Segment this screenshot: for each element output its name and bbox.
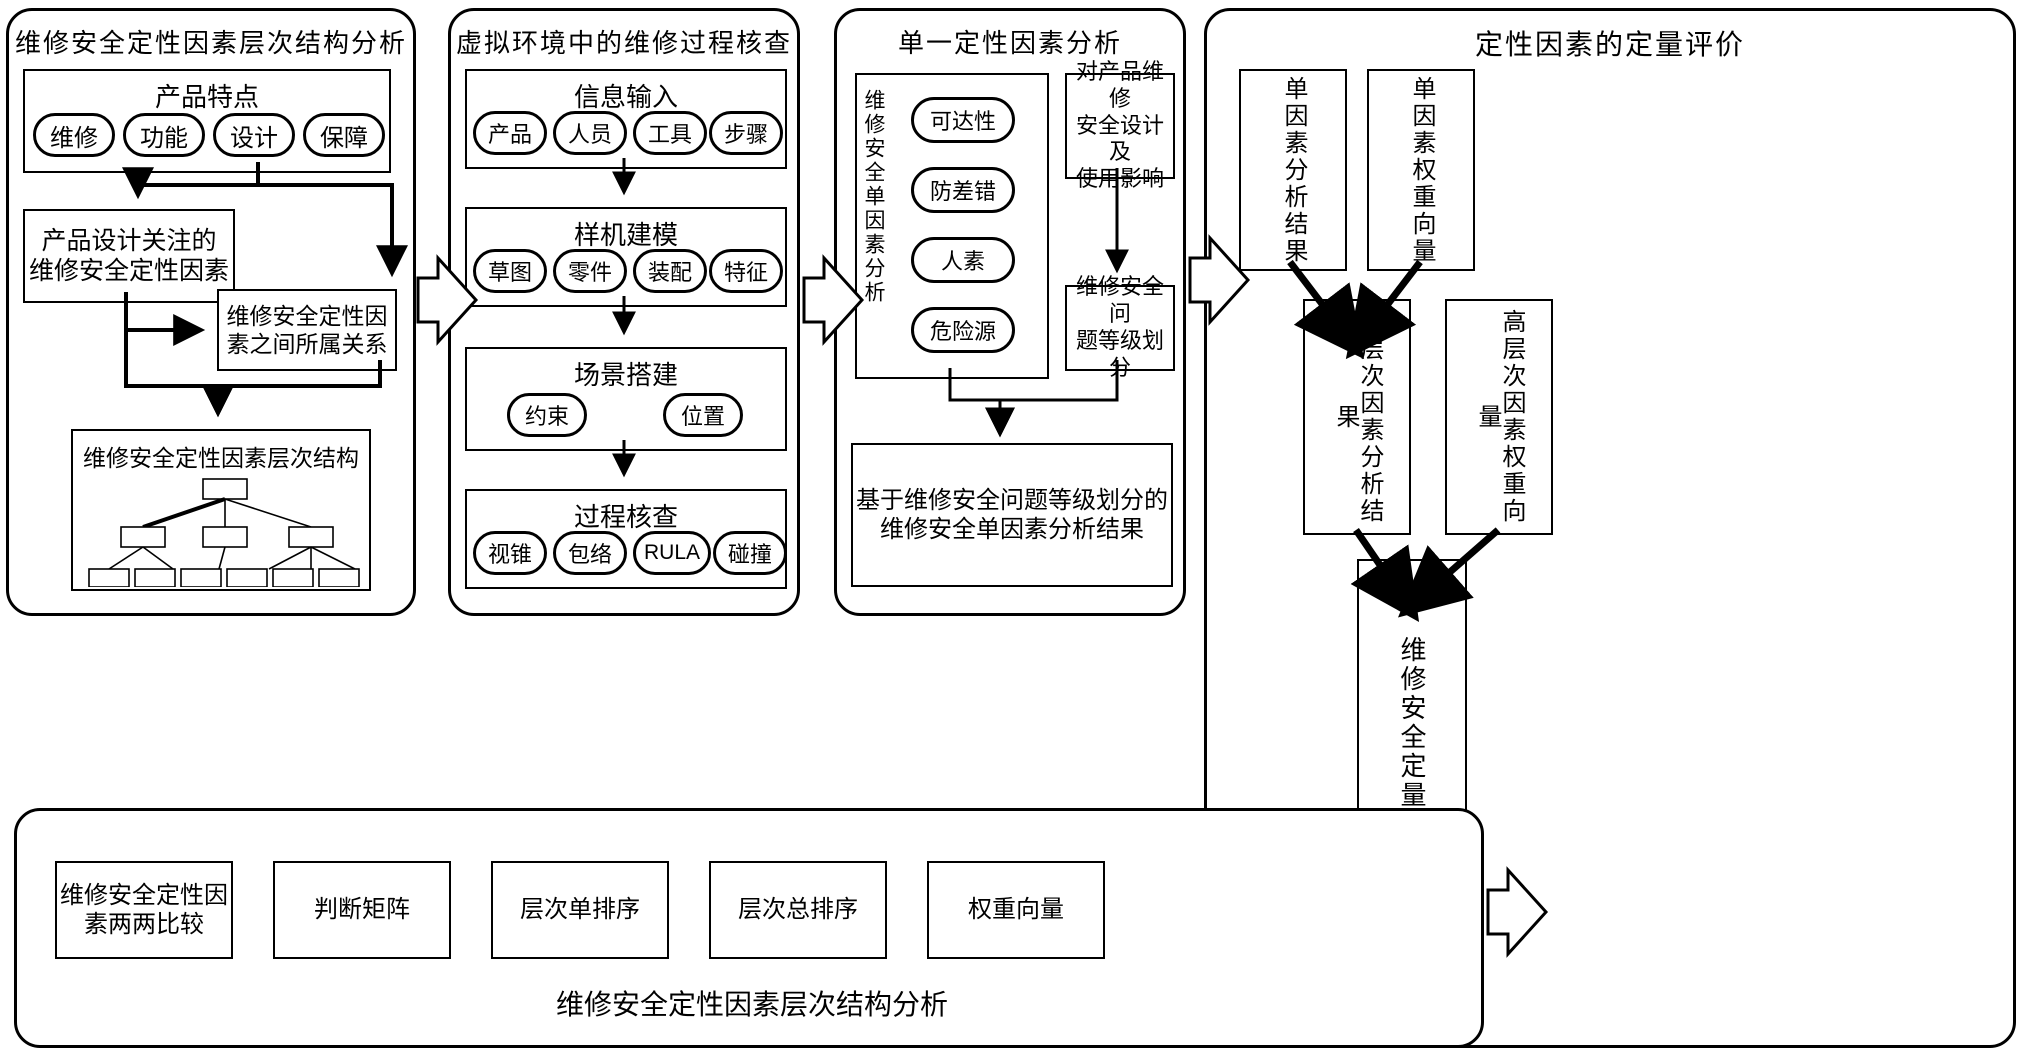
pill-prototype-0[interactable]: 草图 [473, 249, 547, 293]
block-arrow-panel3-to-panel4 [1190, 238, 1250, 322]
pill-scene-0[interactable]: 约束 [507, 393, 587, 437]
panel-title-single-factor: 单一定性因素分析 [897, 28, 1122, 58]
box-problem-grading: 维修安全问 题等级划分 [1065, 274, 1175, 380]
pill-info-input-1[interactable]: 人员 [553, 111, 627, 155]
panel-ahp-process: 维修安全定性因 素两两比较 判断矩阵 层次单排序 层次总排序 权重向量 维修安全… [14, 808, 1484, 1048]
group-title-information-input: 信息输入 [573, 82, 678, 112]
panel-title-hierarchy: 维修安全定性因素层次结构分析 [14, 28, 407, 58]
box-factor-relations: 维修安全定性因 素之间所属关系 [217, 289, 397, 371]
hierarchy-tree-icon [88, 478, 360, 587]
panel-virtual-maintenance-check: 虚拟环境中的维修过程核查 信息输入 产品 人员 工具 步骤 样机建模 草图 零件… [448, 8, 800, 616]
pill-product-feature-0[interactable]: 维修 [33, 113, 115, 157]
box-single-factor-analysis-result: 单因素分析结果 [1239, 69, 1347, 271]
step-weight-vector: 权重向量 [927, 861, 1105, 959]
pill-process-0[interactable]: 视锥 [473, 531, 547, 575]
label-single-factor-weight-vector: 单因素权重向量 [1408, 75, 1435, 265]
group-single-factor-items: 维修安全单因素分析 可达性 防差错 人素 危险源 [855, 73, 1049, 379]
box-high-level-analysis-result: 高层次因素分析结果 [1303, 299, 1411, 535]
pill-prototype-2[interactable]: 装配 [633, 249, 707, 293]
pill-process-3[interactable]: 碰撞 [713, 531, 787, 575]
panel-hierarchy-analysis: 维修安全定性因素层次结构分析 产品特点 维修 功能 设计 保障 产品设计关注的 … [6, 8, 416, 616]
group-process-verification: 过程核查 视锥 包络 RULA 碰撞 [465, 489, 787, 589]
label-high-level-analysis-result: 高层次因素分析结果 [1332, 309, 1383, 525]
label-single-factor-analysis-result: 单因素分析结果 [1280, 75, 1307, 265]
pill-prototype-3[interactable]: 特征 [709, 249, 783, 293]
pill-prototype-1[interactable]: 零件 [553, 249, 627, 293]
box-design-usage-influence: 对产品维修 安全设计及 使用影响 [1065, 59, 1175, 191]
block-arrow-panel5-to-panel4 [1488, 870, 1548, 954]
box-design-focus-factors: 产品设计关注的 维修安全定性因素 [23, 209, 235, 303]
box-single-factor-result: 基于维修安全问题等级划分的 维修安全单因素分析结果 [851, 443, 1173, 587]
pill-single-factor-3[interactable]: 危险源 [911, 307, 1015, 353]
diagram-canvas: 维修安全定性因素层次结构分析 产品特点 维修 功能 设计 保障 产品设计关注的 … [0, 0, 2022, 1056]
pill-product-feature-3[interactable]: 保障 [303, 113, 385, 157]
pill-info-input-3[interactable]: 步骤 [709, 111, 783, 155]
pill-info-input-0[interactable]: 产品 [473, 111, 547, 155]
label-high-level-weight-vector: 高层次因素权重向量 [1474, 309, 1525, 525]
step-single-level-sorting: 层次单排序 [491, 861, 669, 959]
group-title-scene-construction: 场景搭建 [573, 360, 678, 390]
block-arrow-panel2-to-panel3 [804, 258, 864, 342]
box-factor-hierarchy-structure: 维修安全定性因素层次结构 [71, 429, 371, 591]
box-title-factor-hierarchy: 维修安全定性因素层次结构 [83, 445, 359, 471]
pill-info-input-2[interactable]: 工具 [633, 111, 707, 155]
block-arrow-panel1-to-panel2 [418, 258, 478, 342]
group-title-product-features: 产品特点 [154, 82, 259, 112]
pill-product-feature-1[interactable]: 功能 [123, 113, 205, 157]
pill-single-factor-2[interactable]: 人素 [911, 237, 1015, 283]
step-judgment-matrix: 判断矩阵 [273, 861, 451, 959]
pill-single-factor-0[interactable]: 可达性 [911, 97, 1015, 143]
group-product-features: 产品特点 维修 功能 设计 保障 [23, 69, 391, 173]
step-pairwise-comparison: 维修安全定性因 素两两比较 [55, 861, 233, 959]
pill-scene-1[interactable]: 位置 [663, 393, 743, 437]
box-single-factor-weight-vector: 单因素权重向量 [1367, 69, 1475, 271]
panel-title-virtual-check: 虚拟环境中的维修过程核查 [455, 28, 792, 58]
group-prototype-modeling: 样机建模 草图 零件 装配 特征 [465, 207, 787, 307]
step-total-level-sorting: 层次总排序 [709, 861, 887, 959]
group-title-prototype-modeling: 样机建模 [573, 220, 678, 250]
panel-title-ahp-process: 维修安全定性因素层次结构分析 [555, 989, 948, 1020]
box-high-level-weight-vector: 高层次因素权重向量 [1445, 299, 1553, 535]
group-scene-construction: 场景搭建 约束 位置 [465, 347, 787, 451]
group-information-input: 信息输入 产品 人员 工具 步骤 [465, 69, 787, 169]
group-title-process-verification: 过程核查 [573, 502, 678, 532]
label-single-factor-side: 维修安全单因素分析 [862, 89, 885, 305]
pill-product-feature-2[interactable]: 设计 [213, 113, 295, 157]
pill-process-2[interactable]: RULA [633, 531, 711, 575]
pill-single-factor-1[interactable]: 防差错 [911, 167, 1015, 213]
panel-single-factor-analysis: 单一定性因素分析 维修安全单因素分析 可达性 防差错 人素 危险源 对产品维修 … [834, 8, 1186, 616]
panel-title-quantitative: 定性因素的定量评价 [1474, 29, 1745, 60]
pill-process-1[interactable]: 包络 [553, 531, 627, 575]
